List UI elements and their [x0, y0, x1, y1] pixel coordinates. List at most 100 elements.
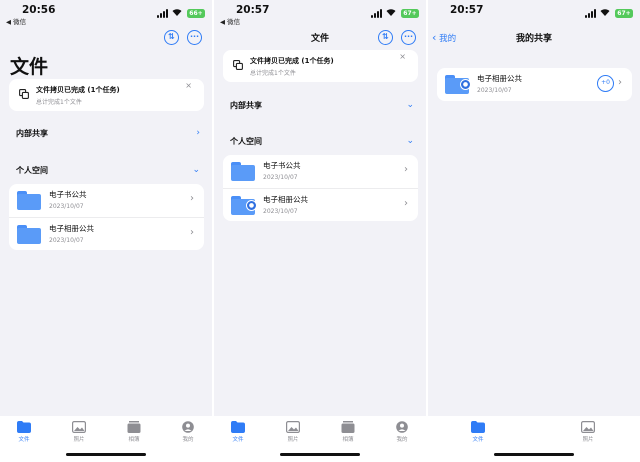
tab-files[interactable]: 文件 [4, 421, 44, 443]
toast-title: 文件拷贝已完成 (1个任务) [36, 86, 120, 94]
home-indicator[interactable] [66, 453, 146, 456]
list-item[interactable]: ● 电子相册公共 2023/10/07 +0 › [437, 68, 632, 101]
home-indicator[interactable] [280, 453, 360, 456]
home-indicator[interactable] [494, 453, 574, 456]
chevron-down-icon: ⌄ [406, 100, 414, 110]
folder-name: 电子书公共 [263, 161, 301, 170]
battery-icon: 67+ [401, 9, 419, 18]
tab-bar: 文件 照片 相簿 我的 [0, 416, 212, 462]
signal-icon [585, 9, 596, 18]
internal-share-section[interactable]: 内部共享 ⌄ [230, 100, 414, 114]
page-title: 文件 [310, 34, 329, 44]
folder-list: 电子书公共 2023/10/07 › 电子相册公共 2023/10/07 › [9, 184, 204, 250]
tab-mine[interactable]: 我的 [382, 421, 422, 443]
tab-bar: 文件 照片 [428, 416, 640, 462]
tab-label: 照片 [73, 437, 85, 443]
screen-files-2: 20:57 ◀ 微信 67+ 文件 ⇅ ··· 文件拷贝已完成 (1个任务) 总… [214, 0, 426, 462]
page-title: 文件 [10, 56, 49, 78]
shared-folder-icon: ● [231, 196, 257, 215]
folder-date: 2023/10/07 [49, 203, 84, 210]
folder-date: 2023/10/07 [263, 174, 298, 181]
tab-photos[interactable]: 照片 [568, 421, 608, 443]
personal-space-section[interactable]: 个人空间 ⌄ [16, 165, 200, 179]
signal-icon [371, 9, 382, 18]
signal-icon [157, 9, 168, 18]
personal-space-section[interactable]: 个人空间 ⌄ [230, 136, 414, 150]
shared-folder-list: ● 电子相册公共 2023/10/07 +0 › [437, 68, 632, 101]
page-title: 我的共享 [515, 34, 552, 44]
folder-date: 2023/10/07 [263, 208, 298, 215]
folder-name: 电子相册公共 [49, 224, 94, 233]
person-icon [396, 421, 408, 433]
arrow-up-down-icon: ⇅ [168, 32, 175, 41]
more-button[interactable]: ··· [401, 30, 416, 45]
internal-share-section[interactable]: 内部共享 › [16, 128, 200, 142]
close-icon[interactable]: × [399, 52, 406, 61]
section-label: 内部共享 [16, 129, 48, 138]
toast-title: 文件拷贝已完成 (1个任务) [250, 57, 334, 65]
folder-icon [231, 162, 255, 181]
list-item[interactable]: ● 电子相册公共 2023/10/07 › [223, 188, 418, 221]
wifi-icon [386, 9, 396, 16]
back-to-wechat-link[interactable]: ◀ 微信 [6, 16, 26, 26]
copy-icon [19, 89, 29, 99]
chevron-down-icon: ⌄ [406, 136, 414, 146]
tab-label: 我的 [396, 437, 408, 443]
chevron-right-icon: › [618, 77, 622, 88]
copy-complete-toast[interactable]: 文件拷贝已完成 (1个任务) 总计完成1个文件 × [223, 50, 418, 82]
status-bar: 20:56 ◀ 微信 66+ [0, 4, 212, 26]
more-button[interactable]: ··· [187, 30, 202, 45]
list-item[interactable]: 电子书公共 2023/10/07 › [9, 184, 204, 217]
list-item[interactable]: 电子相册公共 2023/10/07 › [9, 217, 204, 250]
photo-icon [72, 421, 86, 433]
close-icon[interactable]: × [185, 81, 192, 90]
wifi-icon [172, 9, 182, 16]
list-item[interactable]: 电子书公共 2023/10/07 › [223, 155, 418, 188]
status-time: 20:56 [22, 4, 56, 16]
photo-icon [581, 421, 595, 433]
tab-label: 照片 [582, 437, 594, 443]
toast-subtitle: 总计完成1个文件 [250, 70, 296, 77]
battery-icon: 67+ [615, 9, 633, 18]
tab-label: 文件 [232, 437, 244, 443]
folder-name: 电子书公共 [49, 190, 87, 199]
folder-name: 电子相册公共 [477, 74, 522, 83]
chevron-right-icon: › [404, 198, 408, 209]
tab-mine[interactable]: 我的 [168, 421, 208, 443]
back-to-wechat-link[interactable]: ◀ 微信 [220, 16, 240, 26]
share-count-badge[interactable]: +0 [597, 75, 614, 92]
section-label: 内部共享 [230, 101, 262, 110]
chevron-right-icon: › [190, 193, 194, 204]
status-time: 20:57 [450, 4, 484, 16]
chevron-right-icon: › [404, 164, 408, 175]
folder-list: 电子书公共 2023/10/07 › ● 电子相册公共 2023/10/07 › [223, 155, 418, 221]
ellipsis-icon: ··· [403, 32, 414, 41]
toast-subtitle: 总计完成1个文件 [36, 99, 82, 106]
folder-icon [471, 421, 485, 433]
sort-button[interactable]: ⇅ [164, 30, 179, 45]
arrow-up-down-icon: ⇅ [382, 32, 389, 41]
battery-icon: 66+ [187, 9, 205, 18]
tab-albums[interactable]: 相簿 [328, 421, 368, 443]
copy-complete-toast[interactable]: 文件拷贝已完成 (1个任务) 总计完成1个文件 × [9, 79, 204, 111]
tab-label: 文件 [18, 437, 30, 443]
sort-button[interactable]: ⇅ [378, 30, 393, 45]
tab-files[interactable]: 文件 [218, 421, 258, 443]
shared-folder-icon: ● [445, 75, 471, 94]
section-label: 个人空间 [16, 166, 48, 175]
album-icon [341, 421, 355, 433]
tab-photos[interactable]: 照片 [273, 421, 313, 443]
wifi-icon [600, 9, 610, 16]
tab-files[interactable]: 文件 [458, 421, 498, 443]
ellipsis-icon: ··· [189, 32, 200, 41]
tab-photos[interactable]: 照片 [59, 421, 99, 443]
copy-icon [233, 60, 243, 70]
tab-label: 文件 [472, 437, 484, 443]
tab-bar: 文件 照片 相簿 我的 [214, 416, 426, 462]
folder-date: 2023/10/07 [49, 237, 84, 244]
screen-my-shares: 20:57 67+ ‹ 我的 我的共享 ● 电子相册公共 2023/10/07 … [428, 0, 640, 462]
status-bar: 20:57 ◀ 微信 67+ [214, 4, 426, 26]
folder-date: 2023/10/07 [477, 87, 512, 94]
tab-albums[interactable]: 相簿 [114, 421, 154, 443]
chevron-down-icon: ⌄ [192, 165, 200, 175]
